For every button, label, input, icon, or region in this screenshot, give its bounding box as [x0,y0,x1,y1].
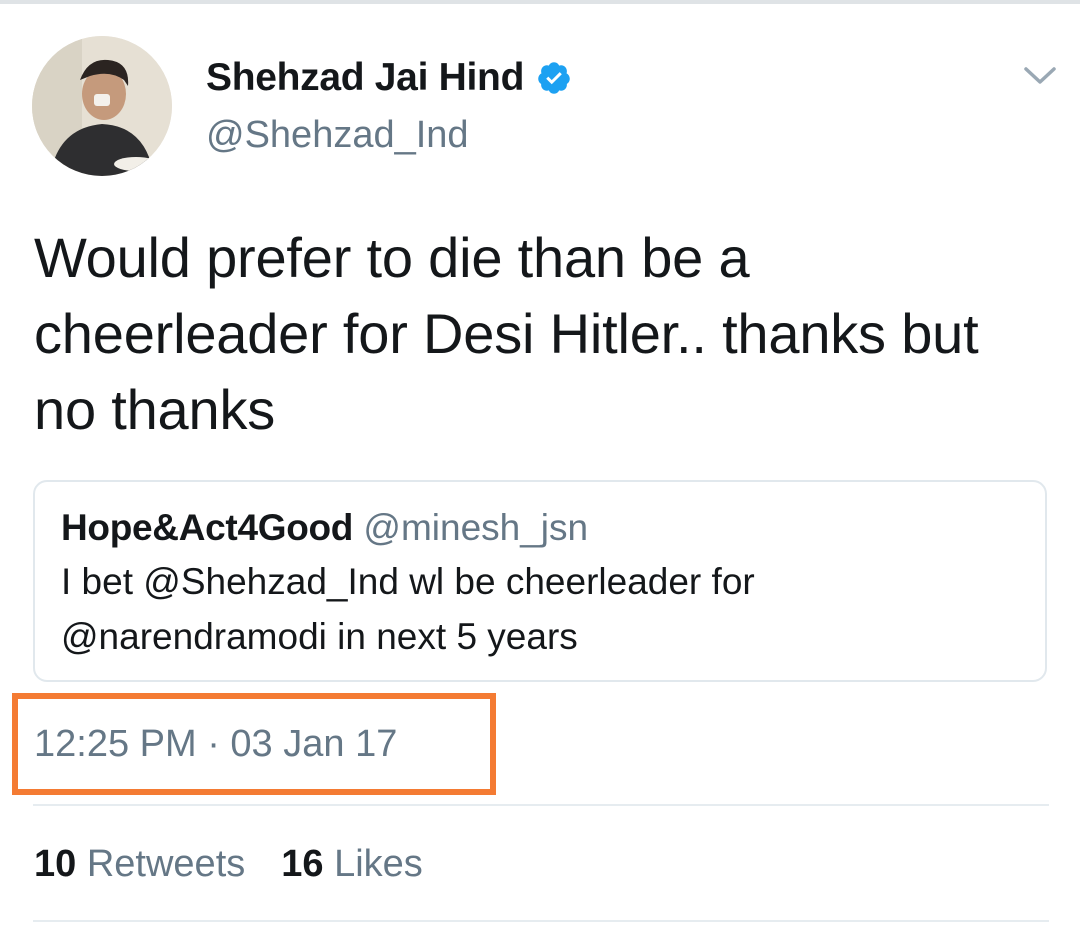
likes-stat[interactable]: 16 Likes [281,843,423,886]
tweet-text: Would prefer to die than be a cheerleade… [34,226,979,441]
likes-count: 16 [281,843,324,885]
avatar[interactable] [32,36,172,176]
quoted-tweet-header: Hope&Act4Good @minesh_jsn [61,506,1019,550]
quoted-author-name: Hope&Act4Good [61,507,354,548]
stats-divider-bottom [33,920,1049,922]
author-name[interactable]: Shehzad Jai Hind [206,56,572,100]
verified-badge-icon [536,60,572,96]
engagement-stats: 10 Retweets 16 Likes [34,843,423,886]
stats-divider-top [33,804,1049,806]
chevron-down-icon[interactable] [1018,60,1062,90]
retweets-stat[interactable]: 10 Retweets [34,843,245,886]
tweet-timestamp[interactable]: 12:25 PM · 03 Jan 17 [34,723,397,766]
quoted-author-handle: @minesh_jsn [363,507,589,548]
author-name-text: Shehzad Jai Hind [206,56,525,99]
likes-label: Likes [334,843,423,885]
retweets-count: 10 [34,843,77,885]
quoted-tweet-text: I bet @Shehzad_Ind wl be cheerleader for… [61,561,755,657]
author-handle[interactable]: @Shehzad_Ind [206,114,469,157]
retweets-label: Retweets [86,843,246,885]
quoted-tweet[interactable]: Hope&Act4Good @minesh_jsn I bet @Shehzad… [33,480,1047,682]
top-divider [0,0,1080,4]
